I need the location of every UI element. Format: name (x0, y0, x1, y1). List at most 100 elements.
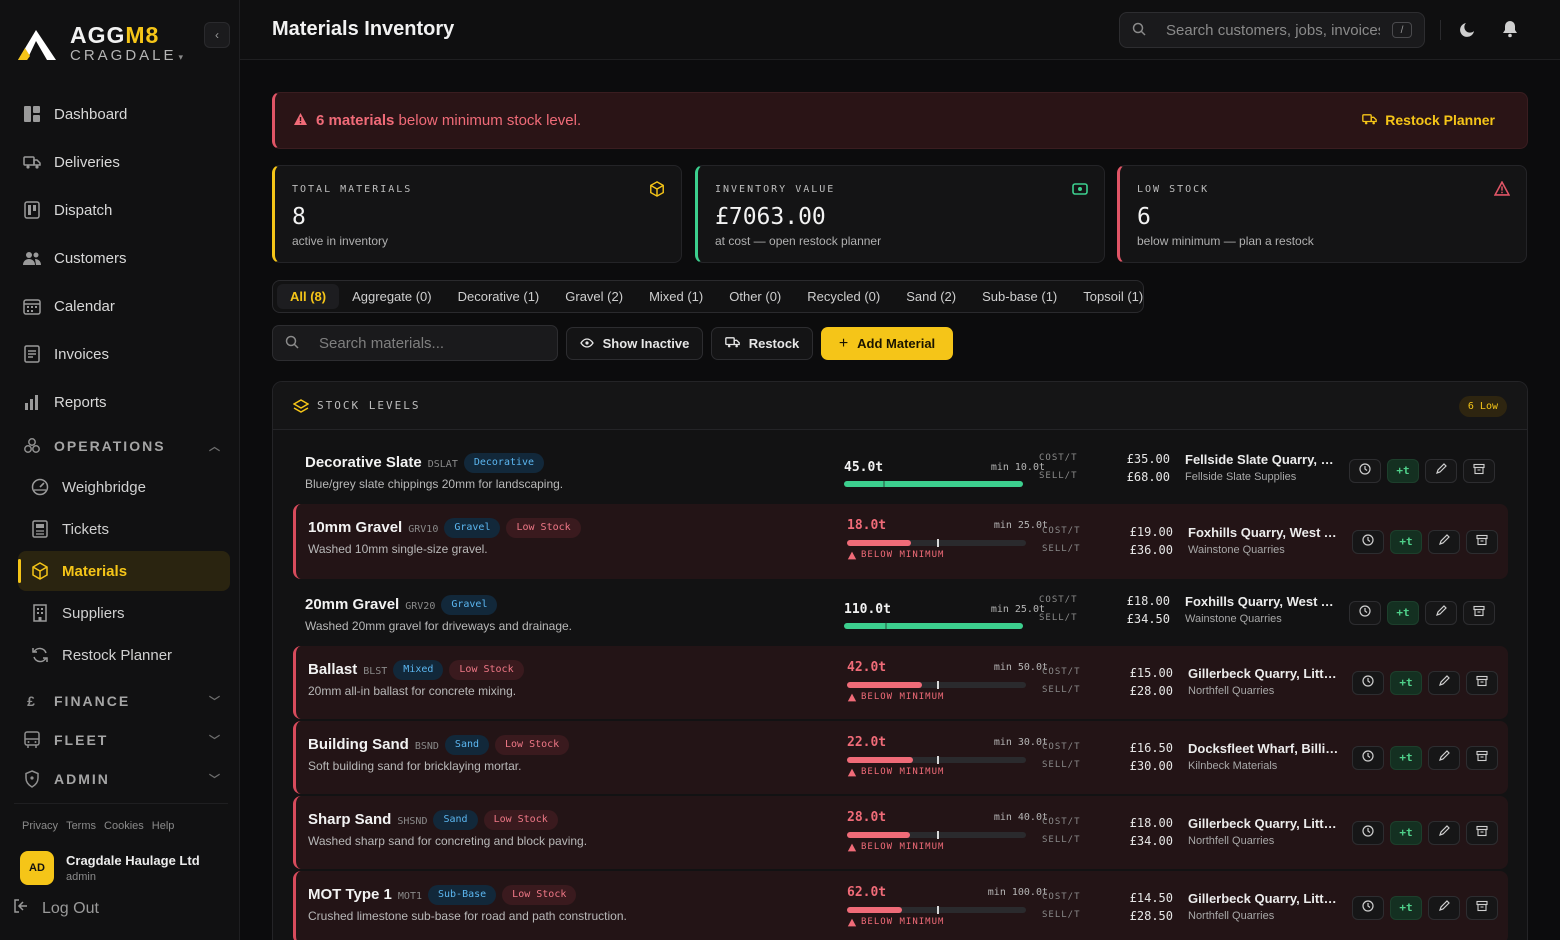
warning-icon (847, 551, 857, 559)
tab-topsoil[interactable]: Topsoil (1) (1070, 284, 1156, 309)
stat-total-materials: TOTAL MATERIALS 8 active in inventory (272, 165, 682, 263)
global-search-input[interactable] (1166, 21, 1380, 39)
edit-button[interactable] (1425, 458, 1457, 483)
history-button[interactable] (1349, 600, 1381, 625)
below-minimum-label: BELOW MINIMUM (847, 917, 944, 927)
archive-icon (1476, 534, 1488, 549)
user-role: admin (66, 871, 96, 883)
add-stock-button[interactable]: +t (1390, 670, 1422, 695)
tab-recycled[interactable]: Recycled (0) (794, 284, 893, 309)
nav-item-customers[interactable]: Customers (14, 238, 230, 278)
nav-item-calendar[interactable]: Calendar (14, 286, 230, 326)
brand-logo[interactable]: AGGM8 CRAGDALE ▾ (14, 20, 224, 68)
category-chip: Decorative (463, 453, 545, 473)
add-stock-button[interactable]: +t (1390, 895, 1422, 920)
edit-button[interactable] (1428, 895, 1460, 920)
history-button[interactable] (1352, 745, 1384, 770)
nav-item-materials[interactable]: Materials (18, 551, 230, 591)
archive-button[interactable] (1466, 670, 1498, 695)
nav-item-invoices[interactable]: Invoices (14, 334, 230, 374)
materials-search[interactable] (272, 325, 558, 361)
restock-button[interactable]: Restock (711, 327, 813, 360)
table-row[interactable]: 20mm Gravel GRV20 Gravel Washed 20mm gravel… (293, 581, 1508, 644)
nav-item-tickets[interactable]: Tickets (18, 509, 230, 549)
materials-search-input[interactable] (319, 334, 549, 352)
tab-sand[interactable]: Sand (2) (893, 284, 969, 309)
stat-inventory-value[interactable]: INVENTORY VALUE £7063.00 at cost — open … (695, 165, 1105, 263)
tab-decorative[interactable]: Decorative (1) (445, 284, 553, 309)
nav-item-restock-planner[interactable]: Restock Planner (18, 635, 230, 675)
stock-quantity: 28.0t (847, 810, 887, 825)
archive-button[interactable] (1466, 529, 1498, 554)
cookies-link[interactable]: Cookies (104, 820, 144, 832)
add-stock-button[interactable]: +t (1390, 745, 1422, 770)
table-row[interactable]: Ballast BLST Mixed Low Stock 20mm all-in bal… (293, 646, 1508, 719)
nav-item-dispatch[interactable]: Dispatch (14, 190, 230, 230)
theme-toggle-button[interactable] (1456, 18, 1480, 42)
add-material-button[interactable]: + Add Material (821, 327, 953, 360)
nav-section-operations[interactable]: OPERATIONS ︿ (14, 431, 230, 461)
table-row[interactable]: Sharp Sand SHSND Sand Low Stock Washed sharp… (293, 796, 1508, 869)
logout-icon (12, 898, 30, 919)
history-button[interactable] (1352, 529, 1384, 554)
tab-other[interactable]: Other (0) (716, 284, 794, 309)
history-button[interactable] (1349, 458, 1381, 483)
archive-button[interactable] (1463, 458, 1495, 483)
nav-section-finance[interactable]: £ FINANCE ﹀ (14, 686, 230, 716)
nav-item-weighbridge[interactable]: Weighbridge (18, 467, 230, 507)
archive-button[interactable] (1466, 820, 1498, 845)
archive-button[interactable] (1463, 600, 1495, 625)
show-inactive-button[interactable]: Show Inactive (566, 327, 703, 360)
nav-section-admin[interactable]: ADMIN ﹀ (14, 764, 230, 794)
chevron-up-icon: ︿ (209, 441, 220, 453)
table-row[interactable]: Building Sand BSND Sand Low Stock Soft build… (293, 721, 1508, 794)
terms-link[interactable]: Terms (66, 820, 96, 832)
nav-item-deliveries[interactable]: Deliveries (14, 142, 230, 182)
privacy-link[interactable]: Privacy (22, 820, 58, 832)
cash-icon (1072, 181, 1088, 197)
archive-button[interactable] (1466, 745, 1498, 770)
nav-item-suppliers[interactable]: Suppliers (18, 593, 230, 633)
table-row[interactable]: 10mm Gravel GRV10 Gravel Low Stock Washed 10… (293, 504, 1508, 579)
history-button[interactable] (1352, 895, 1384, 920)
collapse-sidebar-button[interactable]: ‹ (204, 22, 230, 48)
edit-button[interactable] (1428, 820, 1460, 845)
table-row[interactable]: Decorative Slate DSLAT Decorative Blue/grey… (293, 439, 1508, 502)
minimum-marker (936, 539, 939, 547)
logout-button[interactable]: Log Out (12, 898, 99, 919)
nav-section-fleet[interactable]: FLEET ﹀ (14, 725, 230, 755)
edit-button[interactable] (1428, 745, 1460, 770)
tab-sub-base[interactable]: Sub-base (1) (969, 284, 1070, 309)
nav-item-dashboard[interactable]: Dashboard (14, 94, 230, 134)
table-row[interactable]: MOT Type 1 MOT1 Sub-Base Low Stock Crushed l… (293, 871, 1508, 940)
tab-aggregate[interactable]: Aggregate (0) (339, 284, 445, 309)
nav-item-reports[interactable]: Reports (14, 382, 230, 422)
edit-button[interactable] (1428, 670, 1460, 695)
edit-button[interactable] (1425, 600, 1457, 625)
tab-all[interactable]: All (8) (277, 284, 340, 309)
add-stock-button[interactable]: +t (1387, 458, 1419, 483)
cost-value: £14.50 (1129, 890, 1173, 905)
brand-name: AGGM8 (70, 22, 160, 48)
restock-planner-link[interactable]: Restock Planner (1362, 112, 1495, 128)
supplier-location: Gillerbeck Quarry, Little ... (1188, 665, 1340, 681)
tab-gravel[interactable]: Gravel (2) (552, 284, 636, 309)
cost-value: £19.00 (1129, 524, 1173, 539)
help-link[interactable]: Help (152, 820, 175, 832)
supplier-location: Foxhills Quarry, West A... (1188, 524, 1340, 540)
building-icon (30, 603, 50, 623)
sell-value: £34.50 (1126, 611, 1170, 626)
add-stock-button[interactable]: +t (1387, 600, 1419, 625)
add-stock-button[interactable]: +t (1390, 529, 1422, 554)
history-button[interactable] (1352, 670, 1384, 695)
add-stock-button[interactable]: +t (1390, 820, 1422, 845)
tab-mixed[interactable]: Mixed (1) (636, 284, 716, 309)
edit-button[interactable] (1428, 529, 1460, 554)
avatar[interactable]: AD (20, 851, 54, 885)
stock-level-bar (847, 681, 1026, 689)
notifications-button[interactable] (1498, 18, 1522, 42)
archive-button[interactable] (1466, 895, 1498, 920)
history-button[interactable] (1352, 820, 1384, 845)
chevron-down-icon: ﹀ (209, 696, 220, 708)
global-search[interactable]: / (1119, 12, 1425, 48)
